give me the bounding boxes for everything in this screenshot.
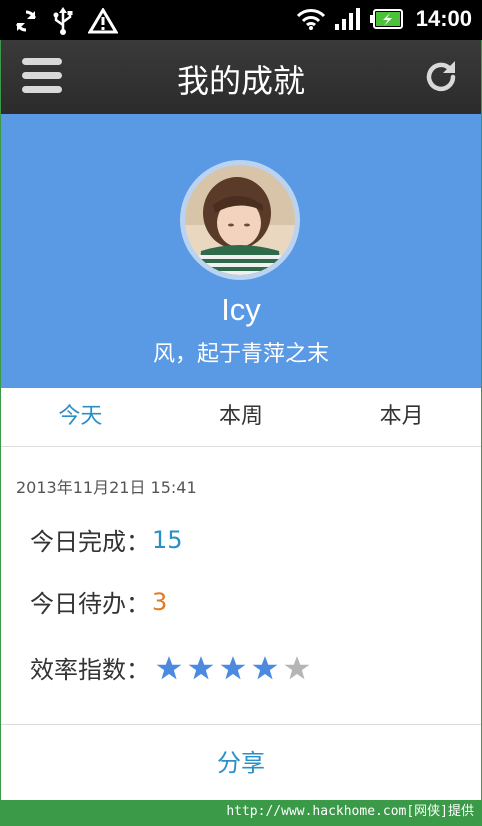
tab-this-week[interactable]: 本周 [161, 388, 322, 446]
refresh-icon[interactable] [422, 58, 460, 96]
star-filled-icon [220, 655, 246, 679]
star-empty-icon [284, 655, 310, 679]
username: Icy [221, 292, 261, 327]
stat-todo-value: 3 [152, 587, 168, 616]
app-bar: 我的成就 [0, 40, 482, 115]
profile-header: Icy 风，起于青萍之末 [0, 114, 482, 388]
avatar[interactable] [180, 160, 300, 280]
page-title: 我的成就 [176, 62, 305, 100]
stat-todo-row: 今日待办： 3 [30, 584, 167, 619]
status-bar: 14:00 [0, 0, 482, 40]
avatar-image [185, 165, 295, 275]
usb-icon [53, 7, 73, 35]
battery-charging-icon [369, 9, 403, 29]
divider [0, 724, 482, 725]
wifi-icon [296, 9, 325, 30]
tab-this-month[interactable]: 本月 [321, 388, 482, 446]
stat-efficiency-label: 效率指数： [30, 656, 150, 684]
frame-left [0, 40, 1, 800]
stat-todo-label: 今日待办： [30, 590, 150, 618]
star-filled-icon [252, 655, 278, 679]
sync-icon [16, 10, 36, 32]
warning-icon [88, 8, 118, 34]
status-time: 14:00 [415, 6, 472, 31]
period-tabs: 今天 本周 本月 [0, 388, 482, 447]
star-filled-icon [156, 655, 182, 679]
user-motto: 风，起于青萍之末 [152, 342, 329, 367]
star-filled-icon [188, 655, 214, 679]
stat-done-value: 15 [152, 525, 183, 554]
tab-today[interactable]: 今天 [0, 388, 161, 446]
stat-efficiency-row: 效率指数： [30, 650, 310, 685]
stats-datetime: 2013年11月21日 15:41 [16, 478, 197, 497]
stat-done-label: 今日完成： [30, 528, 150, 556]
share-button[interactable]: 分享 [0, 726, 482, 800]
watermark-footer: http://www.hackhome.com[网侠]提供 [0, 800, 482, 826]
stat-done-row: 今日完成： 15 [30, 522, 183, 557]
signal-icon [334, 8, 360, 30]
efficiency-rating [156, 655, 310, 681]
